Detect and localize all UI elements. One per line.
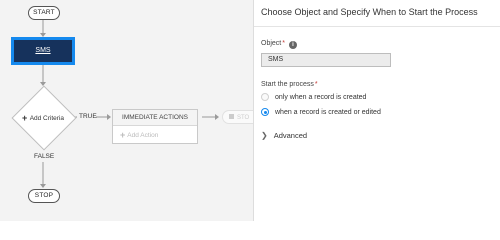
plus-icon: +	[21, 113, 28, 123]
add-action-button[interactable]: + Add Action	[113, 126, 197, 145]
radio-option-created[interactable]: only when a record is created	[261, 93, 366, 101]
panel-title: Choose Object and Specify When to Start …	[261, 7, 478, 17]
advanced-label: Advanced	[273, 131, 308, 140]
process-canvas: START SMS + Add Criteria TRUE FALSE IMME…	[0, 0, 253, 221]
radio-label-created: only when a record is created	[275, 94, 367, 101]
radio-button-unchecked[interactable]	[261, 93, 269, 101]
chevron-right-icon: ❯	[261, 131, 268, 140]
start-node: START	[28, 6, 60, 20]
properties-panel: Choose Object and Specify When to Start …	[253, 0, 500, 221]
panel-divider	[254, 26, 500, 27]
radio-label-created-or-edited: when a record is created or edited	[275, 109, 381, 116]
add-criteria-label: Add Criteria	[29, 115, 65, 122]
required-mark: *	[282, 40, 285, 47]
false-label: FALSE	[34, 153, 55, 160]
true-label: TRUE	[79, 113, 97, 120]
immediate-actions-header: IMMEDIATE ACTIONS	[113, 110, 197, 126]
object-field-label: Object* i	[261, 40, 297, 49]
object-label-text: Object	[261, 40, 282, 47]
arrow-to-scheduled	[215, 114, 219, 120]
advanced-toggle[interactable]: ❯ Advanced	[261, 131, 307, 140]
arrow-to-actions	[107, 114, 111, 120]
radio-button-checked[interactable]	[261, 108, 269, 116]
start-process-text: Start the process	[261, 81, 314, 88]
object-input[interactable]: SMS	[261, 53, 391, 67]
required-mark: *	[314, 81, 318, 88]
arrow-to-stop	[40, 184, 46, 188]
add-action-label: Add Action	[127, 132, 159, 139]
add-criteria-button[interactable]: + Add Criteria	[18, 112, 68, 124]
info-icon[interactable]: i	[288, 41, 297, 49]
start-process-label: Start the process*	[261, 81, 318, 88]
plus-icon: +	[120, 130, 126, 140]
stop-square-icon	[229, 114, 234, 119]
scheduled-actions-stub: STO	[222, 110, 253, 124]
scheduled-stub-label: STO	[237, 115, 250, 121]
stop-node: STOP	[28, 189, 60, 203]
radio-option-created-or-edited[interactable]: when a record is created or edited	[261, 108, 381, 116]
sms-object-node[interactable]: SMS	[12, 38, 74, 64]
immediate-actions-box: IMMEDIATE ACTIONS + Add Action	[112, 109, 198, 144]
arrow-to-sms	[40, 33, 46, 37]
